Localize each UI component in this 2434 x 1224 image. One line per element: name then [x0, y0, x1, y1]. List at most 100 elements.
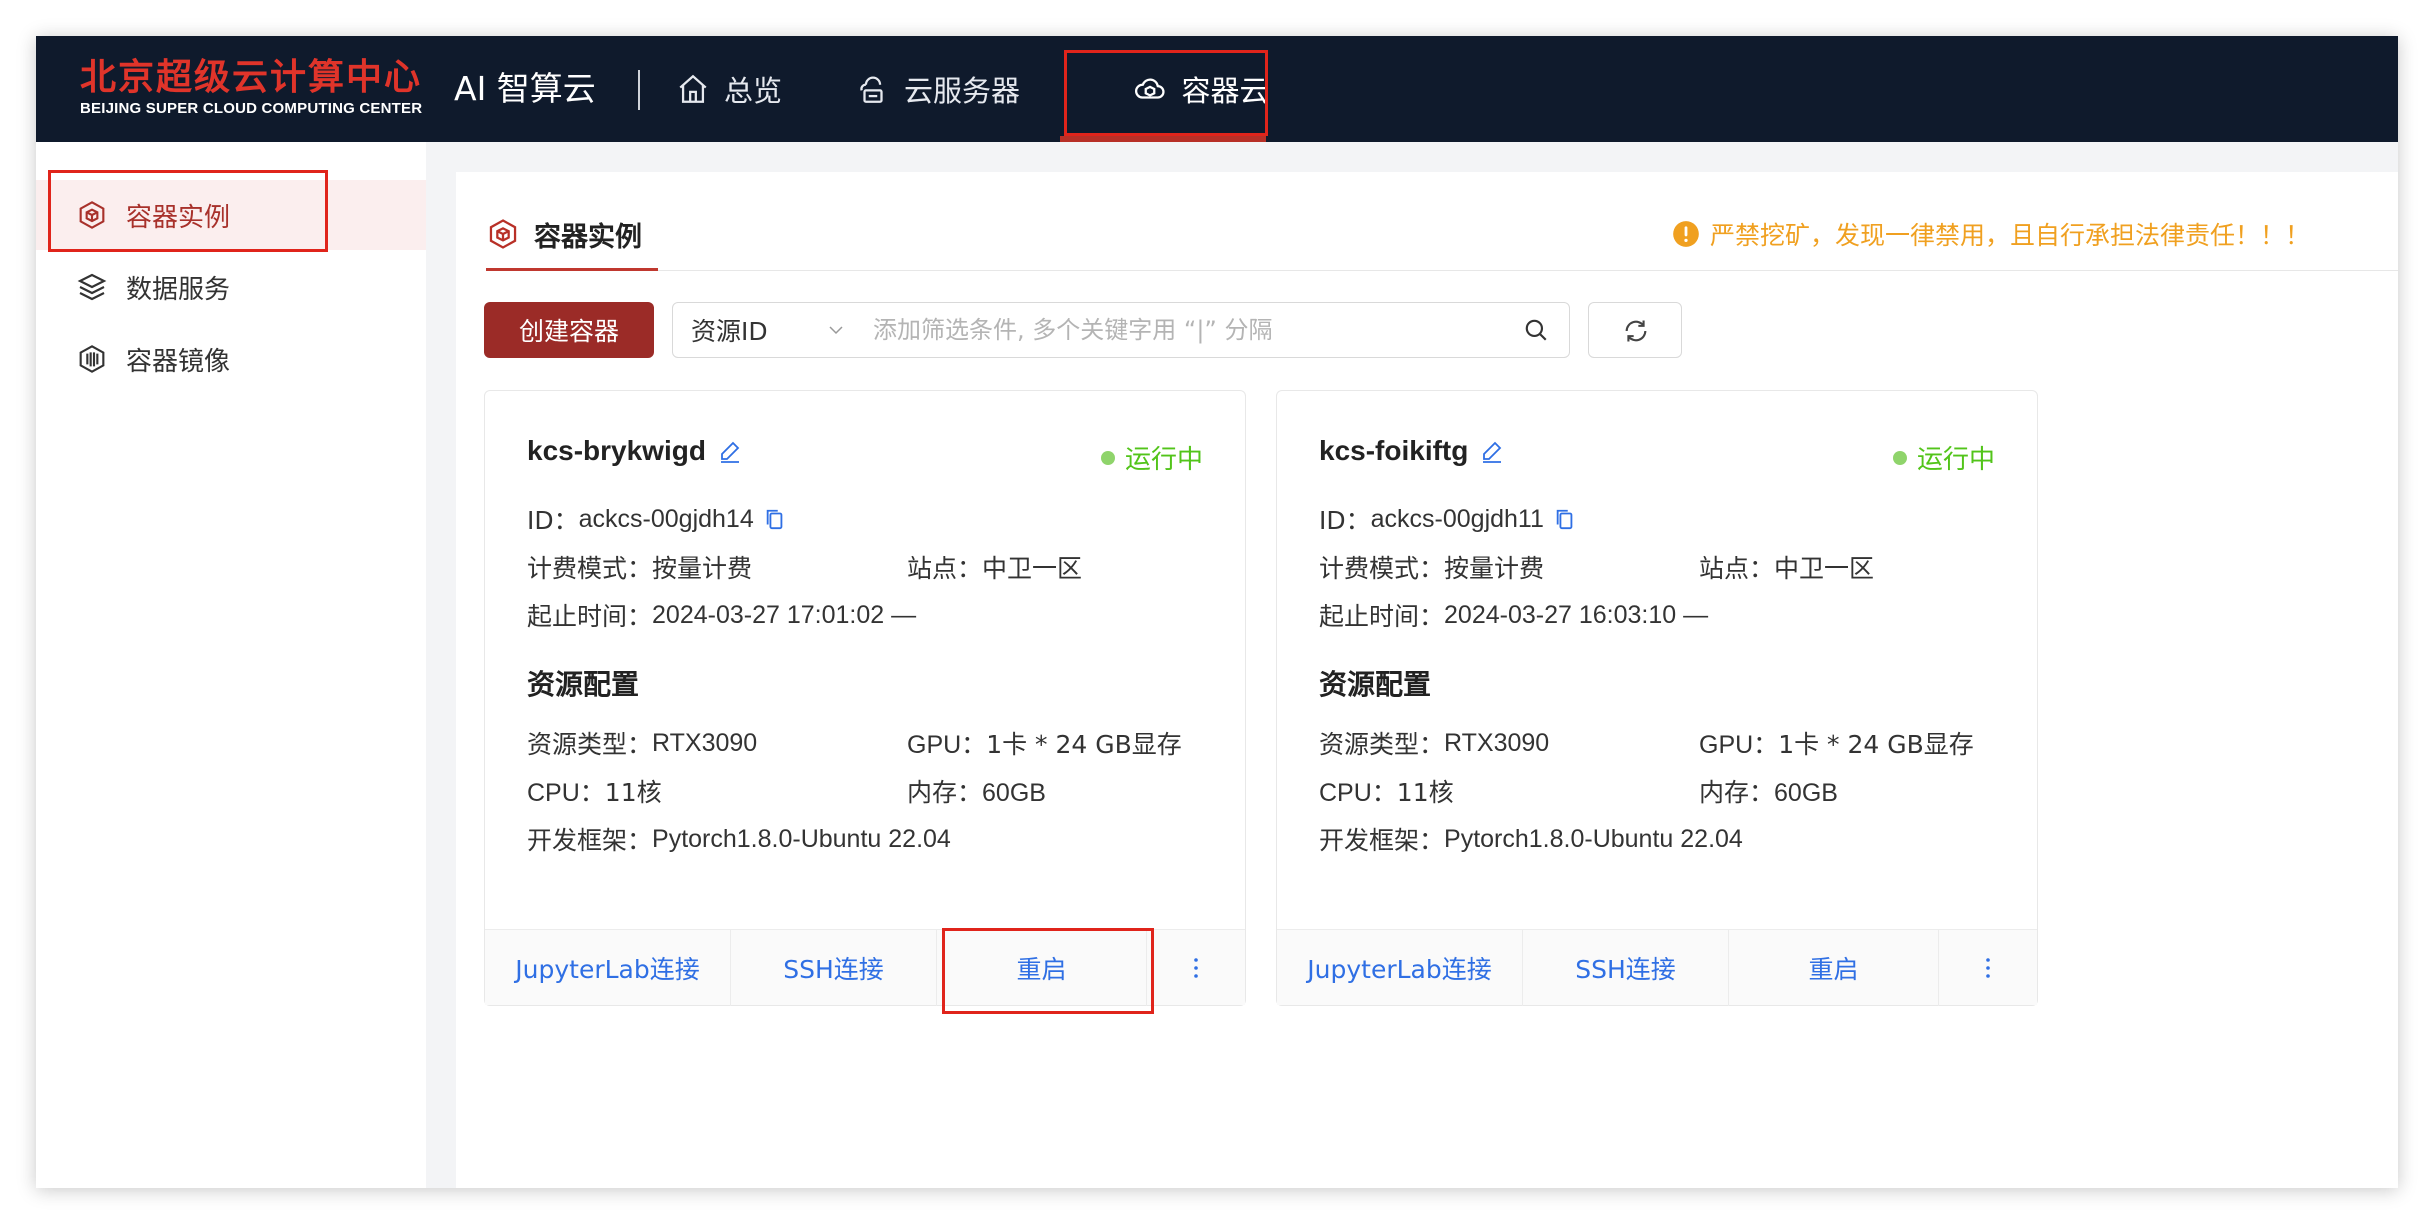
jupyterlab-connect-button[interactable]: JupyterLab连接 [485, 930, 731, 1006]
time-row: 起止时间： 2024-03-27 17:01:02 — [527, 597, 916, 633]
refresh-button[interactable] [1588, 302, 1682, 358]
create-container-button[interactable]: 创建容器 [484, 302, 654, 358]
more-actions-button[interactable] [1147, 930, 1245, 1006]
resource-config-title: 资源配置 [1319, 668, 1432, 701]
container-instance-icon [489, 219, 517, 249]
framework-row: 开发框架： Pytorch1.8.0-Ubuntu 22.04 [527, 821, 951, 857]
logo-english-name: BEIJING SUPER CLOUD COMPUTING CENTER [80, 100, 423, 117]
ssh-connect-button[interactable]: SSH连接 [1523, 930, 1729, 1006]
instance-name-row: kcs-foikiftg [1319, 435, 1504, 467]
warning-icon [1673, 221, 1699, 247]
site-field: 站点：中卫一区 [907, 549, 1082, 585]
site-field: 站点：中卫一区 [1699, 549, 1874, 585]
nav-overview[interactable]: 总览 [676, 36, 782, 142]
gpu-value: 1卡 * 24 GB显存 [986, 730, 1182, 759]
sidebar-item-container-instance[interactable]: 容器实例 [36, 180, 426, 250]
filter-input[interactable] [873, 309, 1493, 351]
time-label: 起止时间： [1319, 602, 1445, 631]
main-panel: 容器实例 严禁挖矿，发现一律禁用，且自行承担法律责任！！！ 创建容器 资源ID [456, 172, 2398, 1188]
top-navigation-bar: 北京超级云计算中心 BEIJING SUPER CLOUD COMPUTING … [36, 36, 2398, 142]
site-label: 站点： [1699, 554, 1775, 583]
tab-label: 容器实例 [534, 221, 642, 253]
tab-container-instance[interactable]: 容器实例 [486, 202, 642, 266]
jupyterlab-connect-button[interactable]: JupyterLab连接 [1277, 930, 1523, 1006]
header-divider [638, 70, 640, 110]
framework-value: Pytorch1.8.0-Ubuntu 22.04 [1444, 824, 1743, 853]
nav-cloud-server[interactable]: 云服务器 [856, 36, 1020, 142]
cpu-mem-row: CPU： 11核 内存：60GB [1319, 773, 1999, 809]
image-cube-icon [79, 345, 105, 373]
site-value: 中卫一区 [982, 554, 1083, 583]
container-cloud-icon [1135, 78, 1165, 99]
id-label: ID： [527, 506, 579, 535]
cpu-value: 11核 [1396, 778, 1454, 807]
filter-field-value: 资源ID [691, 317, 768, 346]
status-text: 运行中 [1916, 445, 1995, 475]
cloud-server-icon [860, 76, 883, 103]
refresh-icon [1625, 320, 1647, 342]
type-value: RTX3090 [652, 728, 758, 757]
type-label: 资源类型： [527, 730, 653, 759]
more-vertical-icon [1986, 958, 1990, 978]
copy-icon[interactable] [1554, 507, 1576, 531]
type-label: 资源类型： [1319, 730, 1445, 759]
type-value: RTX3090 [1444, 728, 1550, 757]
warning-text: 严禁挖矿，发现一律禁用，且自行承担法律责任！！！ [1709, 221, 2310, 250]
filter-field-select[interactable]: 资源ID [673, 303, 863, 357]
framework-row: 开发框架： Pytorch1.8.0-Ubuntu 22.04 [1319, 821, 1743, 857]
time-label: 起止时间： [527, 602, 653, 631]
gpu-label: GPU： [907, 731, 987, 759]
ssh-connect-button[interactable]: SSH连接 [731, 930, 937, 1006]
edit-icon[interactable] [1480, 439, 1504, 463]
edit-icon[interactable] [718, 439, 742, 463]
status-text: 运行中 [1124, 445, 1203, 475]
nav-container-cloud[interactable]: 容器云 [1098, 36, 1304, 142]
id-value: ackcs-00gjdh11 [1370, 504, 1544, 533]
mem-field: 内存：60GB [907, 773, 1046, 809]
tab-divider [486, 270, 2398, 271]
home-icon [679, 74, 707, 103]
cpu-label: CPU： [1319, 779, 1397, 807]
copy-icon[interactable] [764, 507, 786, 531]
mem-label: 内存： [907, 778, 983, 807]
sidebar-item-container-image[interactable]: 容器镜像 [36, 324, 426, 394]
status-dot [1892, 450, 1907, 465]
warning-notice: 严禁挖矿，发现一律禁用，且自行承担法律责任！！！ [1672, 216, 2310, 252]
instance-card: kcs-foikiftg 运行中 ID： ackcs-00gjdh11 计费模式… [1276, 390, 2038, 1006]
logo[interactable]: 北京超级云计算中心 BEIJING SUPER CLOUD COMPUTING … [80, 58, 470, 124]
search-icon[interactable] [1523, 317, 1549, 343]
billing-value: 按量计费 [1444, 554, 1545, 583]
card-actions: JupyterLab连接 SSH连接 重启 [485, 929, 1245, 1006]
time-value: 2024-03-27 16:03:10 — [1444, 600, 1709, 629]
id-value: ackcs-00gjdh14 [578, 504, 754, 533]
site-label: 站点： [907, 554, 983, 583]
framework-label: 开发框架： [527, 826, 653, 855]
sidebar: 容器实例 数据服务 容器镜像 [36, 142, 426, 1188]
sidebar-item-data-service[interactable]: 数据服务 [36, 252, 426, 322]
mem-label: 内存： [1699, 778, 1775, 807]
status-badge: 运行中 [1892, 439, 1995, 476]
restart-button[interactable]: 重启 [1729, 930, 1939, 1006]
nav-overview-label: 总览 [724, 74, 783, 108]
chevron-down-icon [829, 326, 843, 335]
instance-card: kcs-brykwigd 运行中 ID： ackcs-00gjdh14 计费模式… [484, 390, 1246, 1006]
framework-label: 开发框架： [1319, 826, 1445, 855]
nav-container-cloud-label: 容器云 [1181, 74, 1269, 108]
more-actions-button[interactable] [1939, 930, 2037, 1006]
mem-value: 60GB [982, 779, 1046, 807]
sidebar-item-label: 数据服务 [126, 274, 231, 305]
gpu-value: 1卡 * 24 GB显存 [1778, 730, 1974, 759]
cpu-value: 11核 [604, 778, 662, 807]
time-value: 2024-03-27 17:01:02 — [652, 600, 917, 629]
id-label: ID： [1319, 506, 1371, 535]
type-gpu-row: 资源类型： RTX3090 GPU：1卡 * 24 GB显存 [527, 725, 1207, 761]
gpu-field: GPU：1卡 * 24 GB显存 [1699, 725, 1974, 761]
nav-cloud-server-label: 云服务器 [904, 74, 1021, 108]
cpu-mem-row: CPU： 11核 内存：60GB [527, 773, 1207, 809]
active-tab-indicator [486, 268, 658, 271]
gpu-field: GPU：1卡 * 24 GB显存 [907, 725, 1182, 761]
status-dot [1100, 450, 1115, 465]
container-instance-icon [79, 201, 105, 229]
more-vertical-icon [1194, 958, 1198, 978]
restart-button[interactable]: 重启 [937, 930, 1147, 1006]
